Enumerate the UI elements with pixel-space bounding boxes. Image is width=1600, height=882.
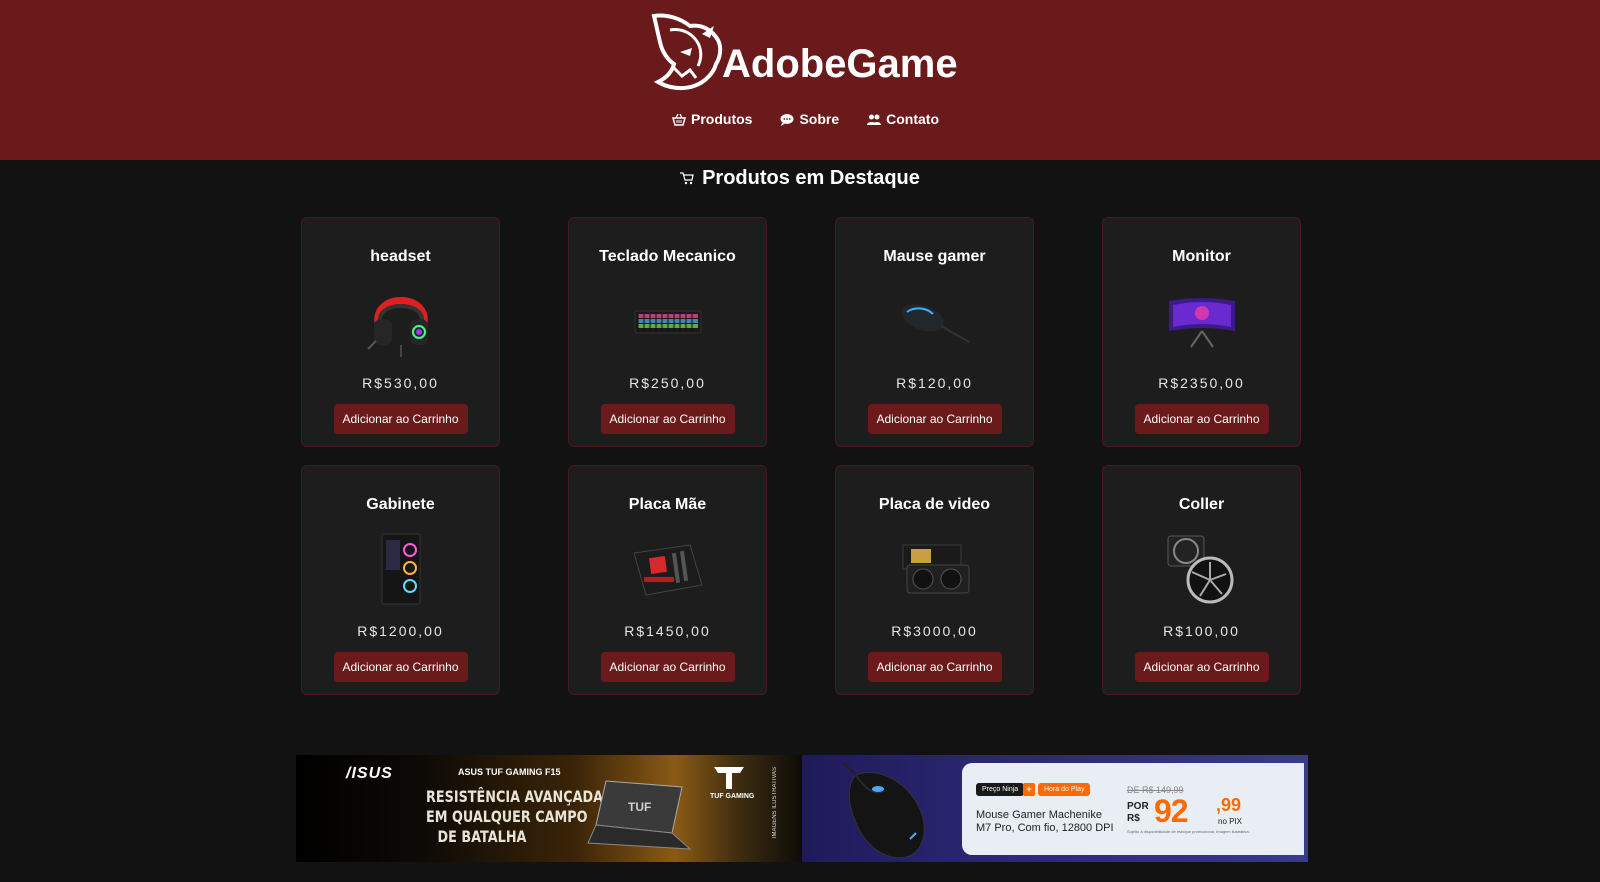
product-name: Monitor xyxy=(1172,248,1231,265)
product-price: R$3000,00 xyxy=(891,623,978,639)
nav-sobre-label: Sobre xyxy=(799,111,840,127)
headset-image xyxy=(359,283,443,359)
laptop-image: TUF xyxy=(587,780,692,850)
promo-panel: Preço Ninja + Hora do Play Mouse Gamer M… xyxy=(962,763,1304,855)
add-to-cart-button[interactable]: Adicionar ao Carrinho xyxy=(1134,404,1269,434)
promo-price-int: 92 xyxy=(1154,793,1189,829)
product-card: Mause gamer R$120,00 Adicionar ao Carrin… xyxy=(835,217,1034,447)
main-nav: Produtos Sobre Contato xyxy=(672,111,939,127)
product-card: Monitor R$2350,00 Adicionar ao Carrinho xyxy=(1102,217,1301,447)
cart-icon xyxy=(680,172,694,185)
nav-produtos-label: Produtos xyxy=(691,111,753,127)
product-price: R$1200,00 xyxy=(357,623,444,639)
mouse-promo-banner[interactable]: Preço Ninja + Hora do Play Mouse Gamer M… xyxy=(802,755,1308,862)
brand[interactable]: AdobeGame xyxy=(646,12,958,92)
por-text: POR xyxy=(1127,801,1149,812)
monitor-image xyxy=(1160,283,1244,359)
product-card: headset R$530,00 Adicionar ao Carrinho xyxy=(301,217,500,447)
gpu-image xyxy=(893,531,977,607)
section-title: Produtos em Destaque xyxy=(0,167,1600,190)
headline-line-3: DE BATALHA xyxy=(437,827,527,846)
asus-logo: /ISUS xyxy=(346,765,393,782)
motherboard-image xyxy=(626,531,710,607)
tuf-gaming-label: TUF GAMING xyxy=(710,793,755,800)
currency-text: R$ xyxy=(1127,813,1140,824)
tuf-logo-icon xyxy=(714,767,744,789)
nav-contato[interactable]: Contato xyxy=(867,111,939,127)
add-to-cart-button[interactable]: Adicionar ao Carrinho xyxy=(600,652,735,682)
plus-tag: + xyxy=(1023,783,1035,796)
nav-contato-label: Contato xyxy=(886,111,940,127)
product-price: R$100,00 xyxy=(1163,623,1240,639)
mouse-promo-image xyxy=(843,762,925,859)
nav-sobre[interactable]: Sobre xyxy=(780,111,839,127)
product-price: R$1450,00 xyxy=(624,623,711,639)
cooler-image xyxy=(1160,531,1244,607)
add-to-cart-button[interactable]: Adicionar ao Carrinho xyxy=(333,404,468,434)
product-card: Coller R$100,00 Adicionar ao Carrinho xyxy=(1102,465,1301,695)
add-to-cart-button[interactable]: Adicionar ao Carrinho xyxy=(333,652,468,682)
add-to-cart-button[interactable]: Adicionar ao Carrinho xyxy=(600,404,735,434)
keyboard-image xyxy=(626,283,710,359)
site-header: AdobeGame Produtos Sobre Contato xyxy=(0,0,1600,160)
product-price: R$250,00 xyxy=(629,375,706,391)
product-name: Placa Mãe xyxy=(628,496,707,513)
promo-banners: /ISUS ASUS TUF GAMING F15 RESISTÊNCIA AV… xyxy=(296,755,1308,862)
basket-icon xyxy=(672,113,686,126)
headline-line-2: EM QUALQUER CAMPO xyxy=(426,807,588,826)
asus-banner[interactable]: /ISUS ASUS TUF GAMING F15 RESISTÊNCIA AV… xyxy=(296,755,802,862)
add-to-cart-button[interactable]: Adicionar ao Carrinho xyxy=(1134,652,1269,682)
brand-name: AdobeGame xyxy=(722,42,958,86)
product-name: Placa de video xyxy=(878,496,991,513)
product-name: headset xyxy=(370,248,431,265)
chat-bubble-icon xyxy=(780,113,794,126)
product-name: Coller xyxy=(1178,496,1225,513)
product-name: Gabinete xyxy=(366,496,435,513)
panther-head-icon xyxy=(651,13,723,91)
product-price: R$2350,00 xyxy=(1158,375,1245,391)
pc-case-image xyxy=(359,531,443,607)
promo-disclaimer: Sujeito à disponibilidade de estoque pro… xyxy=(1127,829,1250,834)
no-pix-label: no PIX xyxy=(1218,817,1243,826)
add-to-cart-button[interactable]: Adicionar ao Carrinho xyxy=(867,404,1002,434)
product-card: Teclado Mecanico R$250,00 Adicionar ao C… xyxy=(568,217,767,447)
imagens-ilustrativas-label: IMAGENS ILUSTRATIVAS xyxy=(772,767,778,839)
promo-product-title: Mouse Gamer Machenike M7 Pro, Com fio, 1… xyxy=(976,809,1114,834)
product-grid: headset R$530,00 Adicionar ao Carrinho T… xyxy=(301,217,1301,695)
section-title-text: Produtos em Destaque xyxy=(702,167,920,189)
nav-produtos[interactable]: Produtos xyxy=(672,111,752,127)
product-card: Placa de video R$3000,00 Adicionar ao Ca… xyxy=(835,465,1034,695)
headline-line-1: RESISTÊNCIA AVANÇADA xyxy=(426,787,604,806)
product-price: R$530,00 xyxy=(362,375,439,391)
product-card: Placa Mãe R$1450,00 Adicionar ao Carrinh… xyxy=(568,465,767,695)
product-price: R$120,00 xyxy=(896,375,973,391)
product-name: Teclado Mecanico xyxy=(599,248,736,265)
preco-ninja-tag: Preço Ninja xyxy=(976,783,1025,796)
asus-headline: RESISTÊNCIA AVANÇADA EM QUALQUER CAMPO D… xyxy=(426,787,604,847)
people-icon xyxy=(867,114,882,125)
promo-price-cents: ,99 xyxy=(1216,795,1242,815)
product-name: Mause gamer xyxy=(883,248,986,265)
add-to-cart-button[interactable]: Adicionar ao Carrinho xyxy=(867,652,1002,682)
svg-text:TUF: TUF xyxy=(628,800,651,814)
hora-do-play-tag: Hora do Play xyxy=(1038,783,1091,796)
por-label: POR R$ xyxy=(1127,801,1149,825)
product-card: Gabinete R$1200,00 Adicionar ao Carrinho xyxy=(301,465,500,695)
asus-model-label: ASUS TUF GAMING F15 xyxy=(458,767,561,777)
mouse-image xyxy=(893,283,977,359)
